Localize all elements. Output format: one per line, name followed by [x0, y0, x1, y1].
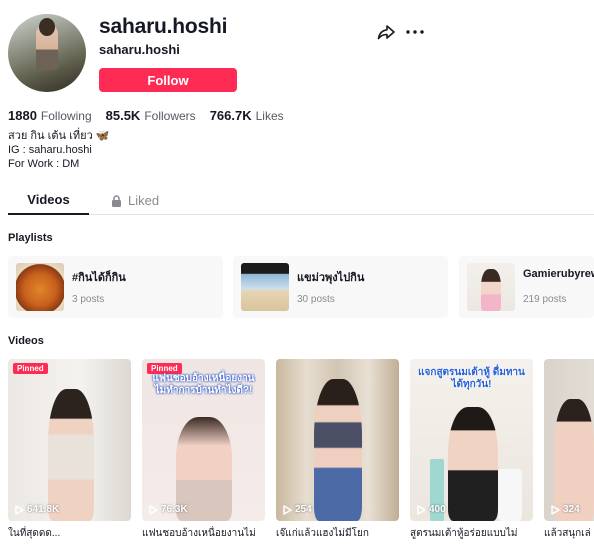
video-card[interactable]: 254 เจ๊แก่แล้วแฮงไม่มีโยก: [276, 359, 399, 541]
playlist-count: 219 posts: [523, 294, 567, 305]
video-caption[interactable]: แล้วสนุกเล่: [544, 526, 594, 541]
stat-followers[interactable]: 85.5K Followers: [106, 108, 196, 123]
bio-line: For Work : DM: [8, 158, 80, 170]
view-count-value: 76.3K: [161, 504, 188, 515]
video-caption[interactable]: ในที่สุดดด...: [8, 526, 131, 541]
playlists-heading: Playlists: [8, 232, 53, 244]
playlist-name: Gamierubyrew: [523, 268, 594, 280]
bio: สวย กิน เต้น เที่ยว 🦋 IG : saharu.hoshi …: [8, 129, 110, 171]
playlist-card[interactable]: Gamierubyrew 219 posts: [459, 256, 594, 318]
stat-label: Following: [40, 109, 92, 123]
video-card[interactable]: 324 แล้วสนุกเล่: [544, 359, 594, 541]
play-icon: [417, 504, 426, 515]
play-icon: [551, 504, 560, 515]
profile-tabs: Videos Liked: [8, 186, 594, 215]
videos-heading: Videos: [8, 335, 44, 347]
follow-button[interactable]: Follow: [99, 68, 237, 92]
avatar[interactable]: [8, 14, 86, 92]
bio-line: สวย กิน เต้น เที่ยว 🦋: [8, 130, 110, 142]
playlist-card[interactable]: #กินได้ก็กิน 3 posts: [8, 256, 223, 318]
video-thumbnail[interactable]: 324: [544, 359, 594, 521]
pinned-badge: Pinned: [13, 363, 48, 374]
view-count: 324: [551, 504, 580, 515]
view-count: 400: [417, 504, 446, 515]
video-thumbnail[interactable]: 254: [276, 359, 399, 521]
stat-value: 85.5K: [105, 108, 141, 123]
playlist-count: 3 posts: [72, 294, 105, 305]
playlist-thumbnail: [467, 263, 515, 311]
play-icon: [283, 504, 292, 515]
playlist-card[interactable]: แขม่วพุงไปกิน 30 posts: [233, 256, 448, 318]
video-card[interactable]: แจกสูตรนมเต้าหู้ ดื่มทานได้ทุกวัน! 400 ส…: [410, 359, 533, 541]
view-count-value: 400: [429, 504, 446, 515]
playlist-count: 30 posts: [297, 294, 335, 305]
profile-stats: 1880 Following 85.5K Followers 766.7K Li…: [8, 108, 298, 123]
play-icon: [15, 504, 24, 515]
video-thumbnail[interactable]: Pinned 641.8K: [8, 359, 131, 521]
stat-value: 1880: [8, 108, 37, 123]
video-caption[interactable]: เจ๊แก่แล้วแฮงไม่มีโยก: [276, 526, 399, 541]
view-count-value: 324: [563, 504, 580, 515]
nickname: saharu.hoshi: [99, 42, 180, 57]
bio-line: IG : saharu.hoshi: [8, 144, 92, 156]
play-icon: [149, 504, 158, 515]
share-icon[interactable]: [376, 22, 396, 42]
video-caption[interactable]: สูตรนมเต้าหู้อร่อยแบบไม่: [410, 526, 533, 541]
view-count-value: 641.8K: [27, 504, 60, 515]
video-thumbnail[interactable]: Pinned แฟนชอบอ้างเหนื่อยงาน ไม่ทำการบ้าน…: [142, 359, 265, 521]
view-count: 76.3K: [149, 504, 188, 515]
view-count-value: 254: [295, 504, 312, 515]
view-count: 254: [283, 504, 312, 515]
playlist-thumbnail: [16, 263, 64, 311]
playlist-name: #กินได้ก็กิน: [72, 272, 126, 284]
stat-following[interactable]: 1880 Following: [8, 108, 92, 123]
video-thumbnail[interactable]: แจกสูตรนมเต้าหู้ ดื่มทานได้ทุกวัน! 400: [410, 359, 533, 521]
tab-liked[interactable]: Liked: [111, 186, 159, 215]
stat-value: 766.7K: [209, 108, 252, 123]
username: saharu.hoshi: [99, 15, 228, 38]
video-card[interactable]: Pinned 641.8K ในที่สุดดด...: [8, 359, 131, 541]
stat-label: Likes: [255, 109, 284, 123]
view-count: 641.8K: [15, 504, 59, 515]
more-icon[interactable]: [404, 22, 426, 42]
lock-icon: [112, 194, 121, 207]
video-overlay-text: แฟนชอบอ้างเหนื่อยงาน ไม่ทำการบ้านทำไงดี?…: [152, 373, 255, 396]
stat-label: Followers: [144, 109, 196, 123]
playlist-thumbnail: [241, 263, 289, 311]
video-card[interactable]: Pinned แฟนชอบอ้างเหนื่อยงาน ไม่ทำการบ้าน…: [142, 359, 265, 541]
video-overlay-text: แจกสูตรนมเต้าหู้ ดื่มทานได้ทุกวัน!: [418, 367, 525, 390]
video-caption[interactable]: แฟนชอบอ้างเหนื่อยงานไม่: [142, 526, 265, 541]
tab-videos[interactable]: Videos: [8, 186, 89, 215]
stat-likes: 766.7K Likes: [210, 108, 284, 123]
playlist-name: แขม่วพุงไปกิน: [297, 272, 365, 284]
tab-liked-label: Liked: [128, 193, 160, 208]
